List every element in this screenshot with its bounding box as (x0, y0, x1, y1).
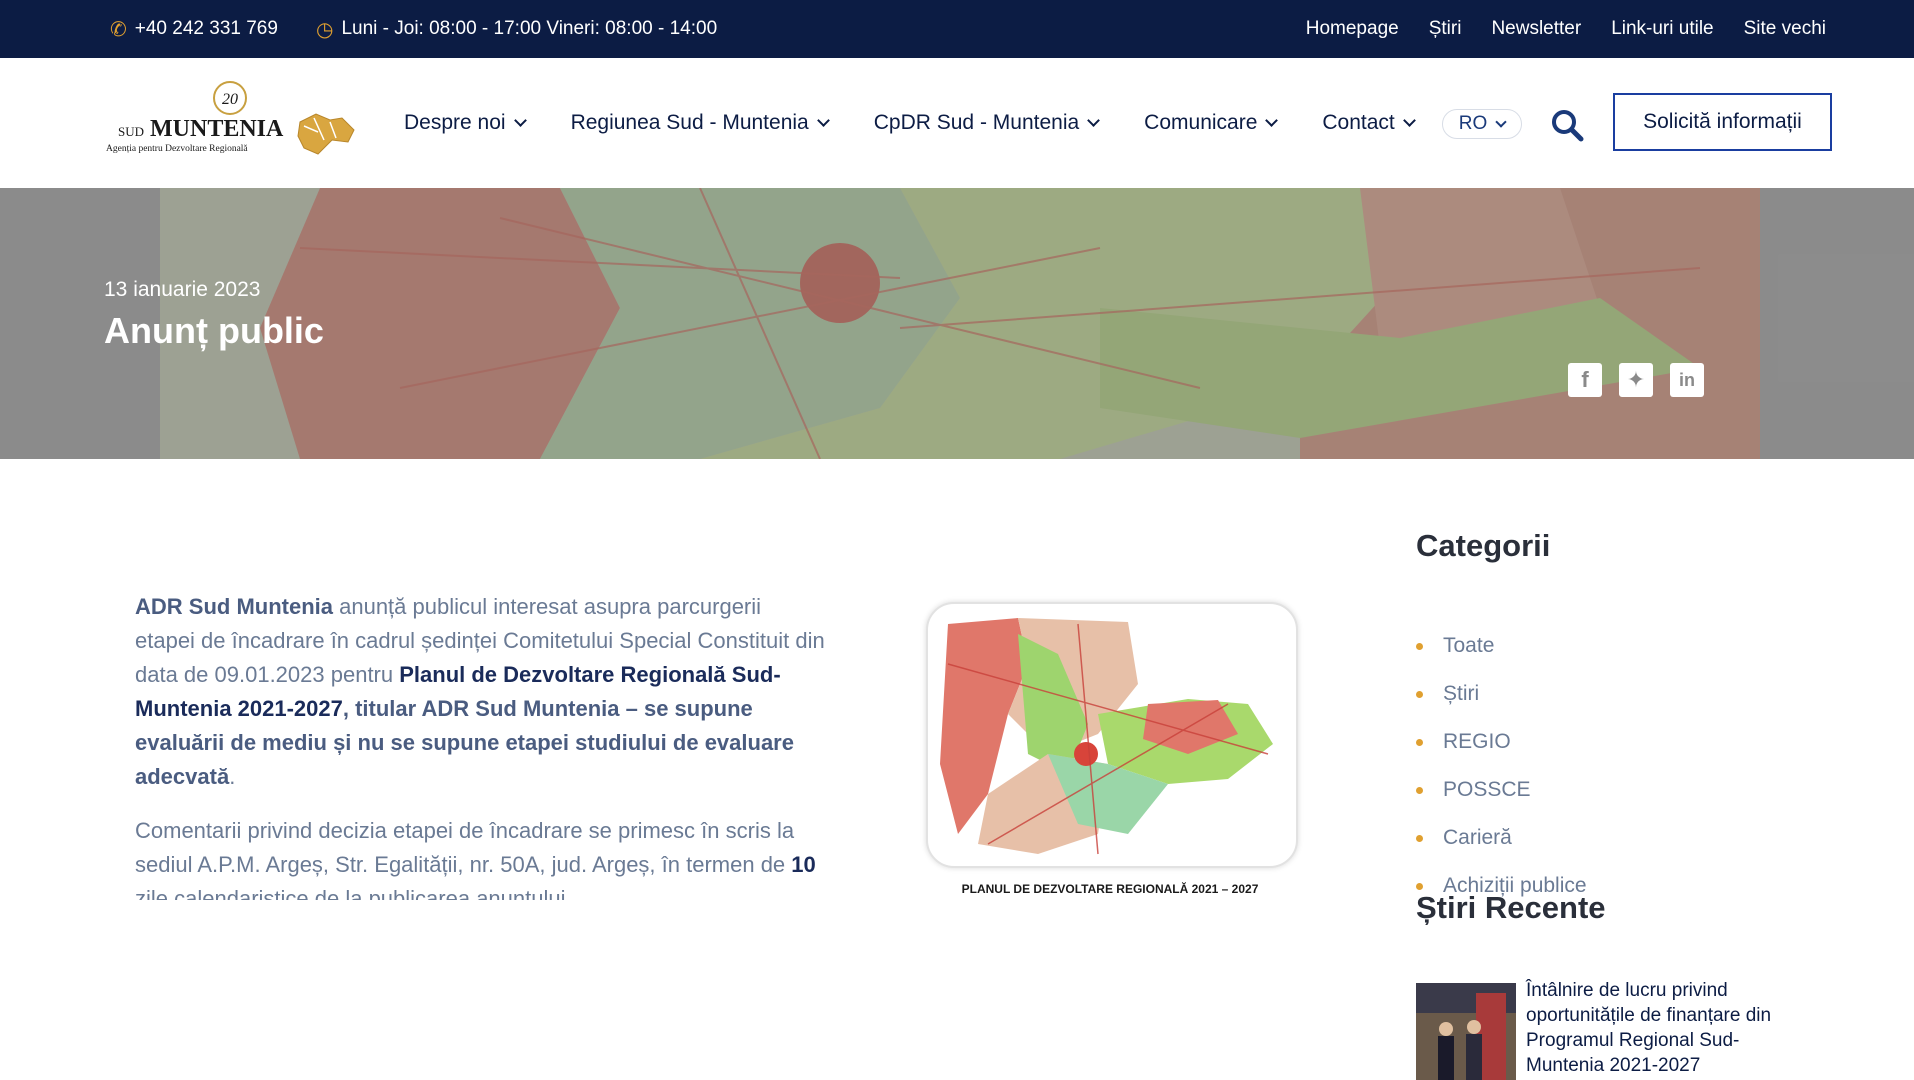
article-body: ADR Sud Muntenia anunță publicul interes… (135, 590, 825, 900)
search-icon (1552, 110, 1584, 142)
hero-banner: 13 ianuarie 2023 Anunț public f ✦ in (0, 188, 1914, 459)
top-link-stiri[interactable]: Știri (1429, 18, 1462, 40)
top-link-useful-links[interactable]: Link-uri utile (1611, 18, 1713, 40)
categories-title: Categorii (1416, 528, 1551, 563)
facebook-icon[interactable]: f (1568, 363, 1602, 397)
nav-label: Comunicare (1144, 111, 1258, 134)
article-text: zile calendaristice de la publicarea anu… (135, 886, 566, 900)
nav-label: Despre noi (404, 111, 506, 134)
chevron-down-icon (1495, 115, 1507, 128)
article-paragraph: ADR Sud Muntenia anunță publicul interes… (135, 590, 825, 794)
page-title: Anunț public (104, 310, 324, 351)
request-info-button[interactable]: Solicită informații (1613, 93, 1832, 151)
chevron-down-icon (816, 114, 830, 127)
article-text: Comentarii privind decizia etapei de înc… (135, 818, 795, 877)
linkedin-icon[interactable]: in (1670, 363, 1704, 397)
nav-regiunea[interactable]: Regiunea Sud - Muntenia (570, 111, 830, 135)
nav-despre-noi[interactable]: Despre noi (404, 111, 527, 135)
logo-badge: 20 (222, 91, 238, 108)
nav-label: CpDR Sud - Muntenia (873, 111, 1080, 134)
article-paragraph: Comentarii privind decizia etapei de înc… (135, 814, 825, 900)
phone-contact[interactable]: ✆ +40 242 331 769 (110, 0, 278, 58)
nav-cpdr[interactable]: CpDR Sud - Muntenia (873, 111, 1101, 135)
phone-icon: ✆ (110, 18, 127, 41)
category-toate[interactable]: Toate (1416, 622, 1587, 670)
main-nav: Despre noi Regiunea Sud - Muntenia CpDR … (404, 58, 1416, 188)
categories-list: Toate Știri REGIO POSSCE Carieră Achiziț… (1416, 622, 1587, 910)
recent-news-link[interactable]: Întâlnire de lucru privind oportunitățil… (1526, 978, 1806, 1078)
top-link-homepage[interactable]: Homepage (1306, 18, 1399, 40)
article-org: ADR Sud Muntenia (135, 594, 333, 619)
region-map-graphic (940, 618, 1273, 855)
category-stiri[interactable]: Știri (1416, 670, 1587, 718)
nav-contact[interactable]: Contact (1322, 111, 1416, 135)
article-period: . (229, 764, 236, 789)
site-logo[interactable]: 20 SUD MUNTENIA Agenția pentru Dezvoltar… (104, 80, 356, 166)
news-thumbnail[interactable] (1416, 983, 1516, 1080)
hours-text: Luni - Joi: 08:00 - 17:00 Vineri: 08:00 … (341, 18, 718, 39)
post-date: 13 ianuarie 2023 (104, 278, 261, 301)
top-link-old-site[interactable]: Site vechi (1744, 18, 1826, 40)
main-header: 20 SUD MUNTENIA Agenția pentru Dezvoltar… (0, 58, 1914, 188)
logo-graphic: 20 SUD MUNTENIA Agenția pentru Dezvoltar… (106, 81, 355, 155)
recent-news-title: Știri Recente (1416, 890, 1606, 925)
clock-icon: ◷ (316, 18, 334, 41)
opening-hours: ◷ Luni - Joi: 08:00 - 17:00 Vineri: 08:0… (316, 0, 717, 58)
category-regio[interactable]: REGIO (1416, 718, 1587, 766)
category-possce[interactable]: POSSCE (1416, 766, 1587, 814)
region-map-image[interactable] (926, 602, 1298, 868)
twitter-icon[interactable]: ✦ (1619, 363, 1653, 397)
top-bar: ✆ +40 242 331 769 ◷ Luni - Joi: 08:00 - … (0, 0, 1914, 58)
article-days: 10 (791, 852, 816, 877)
logo-subtitle: Agenția pentru Dezvoltare Regională (106, 144, 248, 154)
news-photo (1416, 983, 1516, 1080)
map-caption: PLANUL DE DEZVOLTARE REGIONALĂ 2021 – 20… (961, 882, 1259, 896)
search-button[interactable] (1550, 108, 1584, 142)
nav-comunicare[interactable]: Comunicare (1144, 111, 1279, 135)
chevron-down-icon (1087, 114, 1101, 127)
language-value: RO (1458, 113, 1488, 134)
chevron-down-icon (1402, 114, 1416, 127)
logo-prefix: SUD (118, 124, 144, 139)
logo-name: MUNTENIA (150, 116, 284, 142)
nav-label: Regiunea Sud - Muntenia (570, 111, 809, 134)
chevron-down-icon (1265, 114, 1279, 127)
language-select[interactable]: RO (1442, 109, 1522, 139)
top-nav: Homepage Știri Newsletter Link-uri utile… (1306, 0, 1826, 58)
category-cariera[interactable]: Carieră (1416, 814, 1587, 862)
chevron-down-icon (513, 114, 527, 127)
phone-number: +40 242 331 769 (134, 18, 278, 39)
nav-label: Contact (1322, 111, 1395, 134)
top-link-newsletter[interactable]: Newsletter (1491, 18, 1581, 40)
